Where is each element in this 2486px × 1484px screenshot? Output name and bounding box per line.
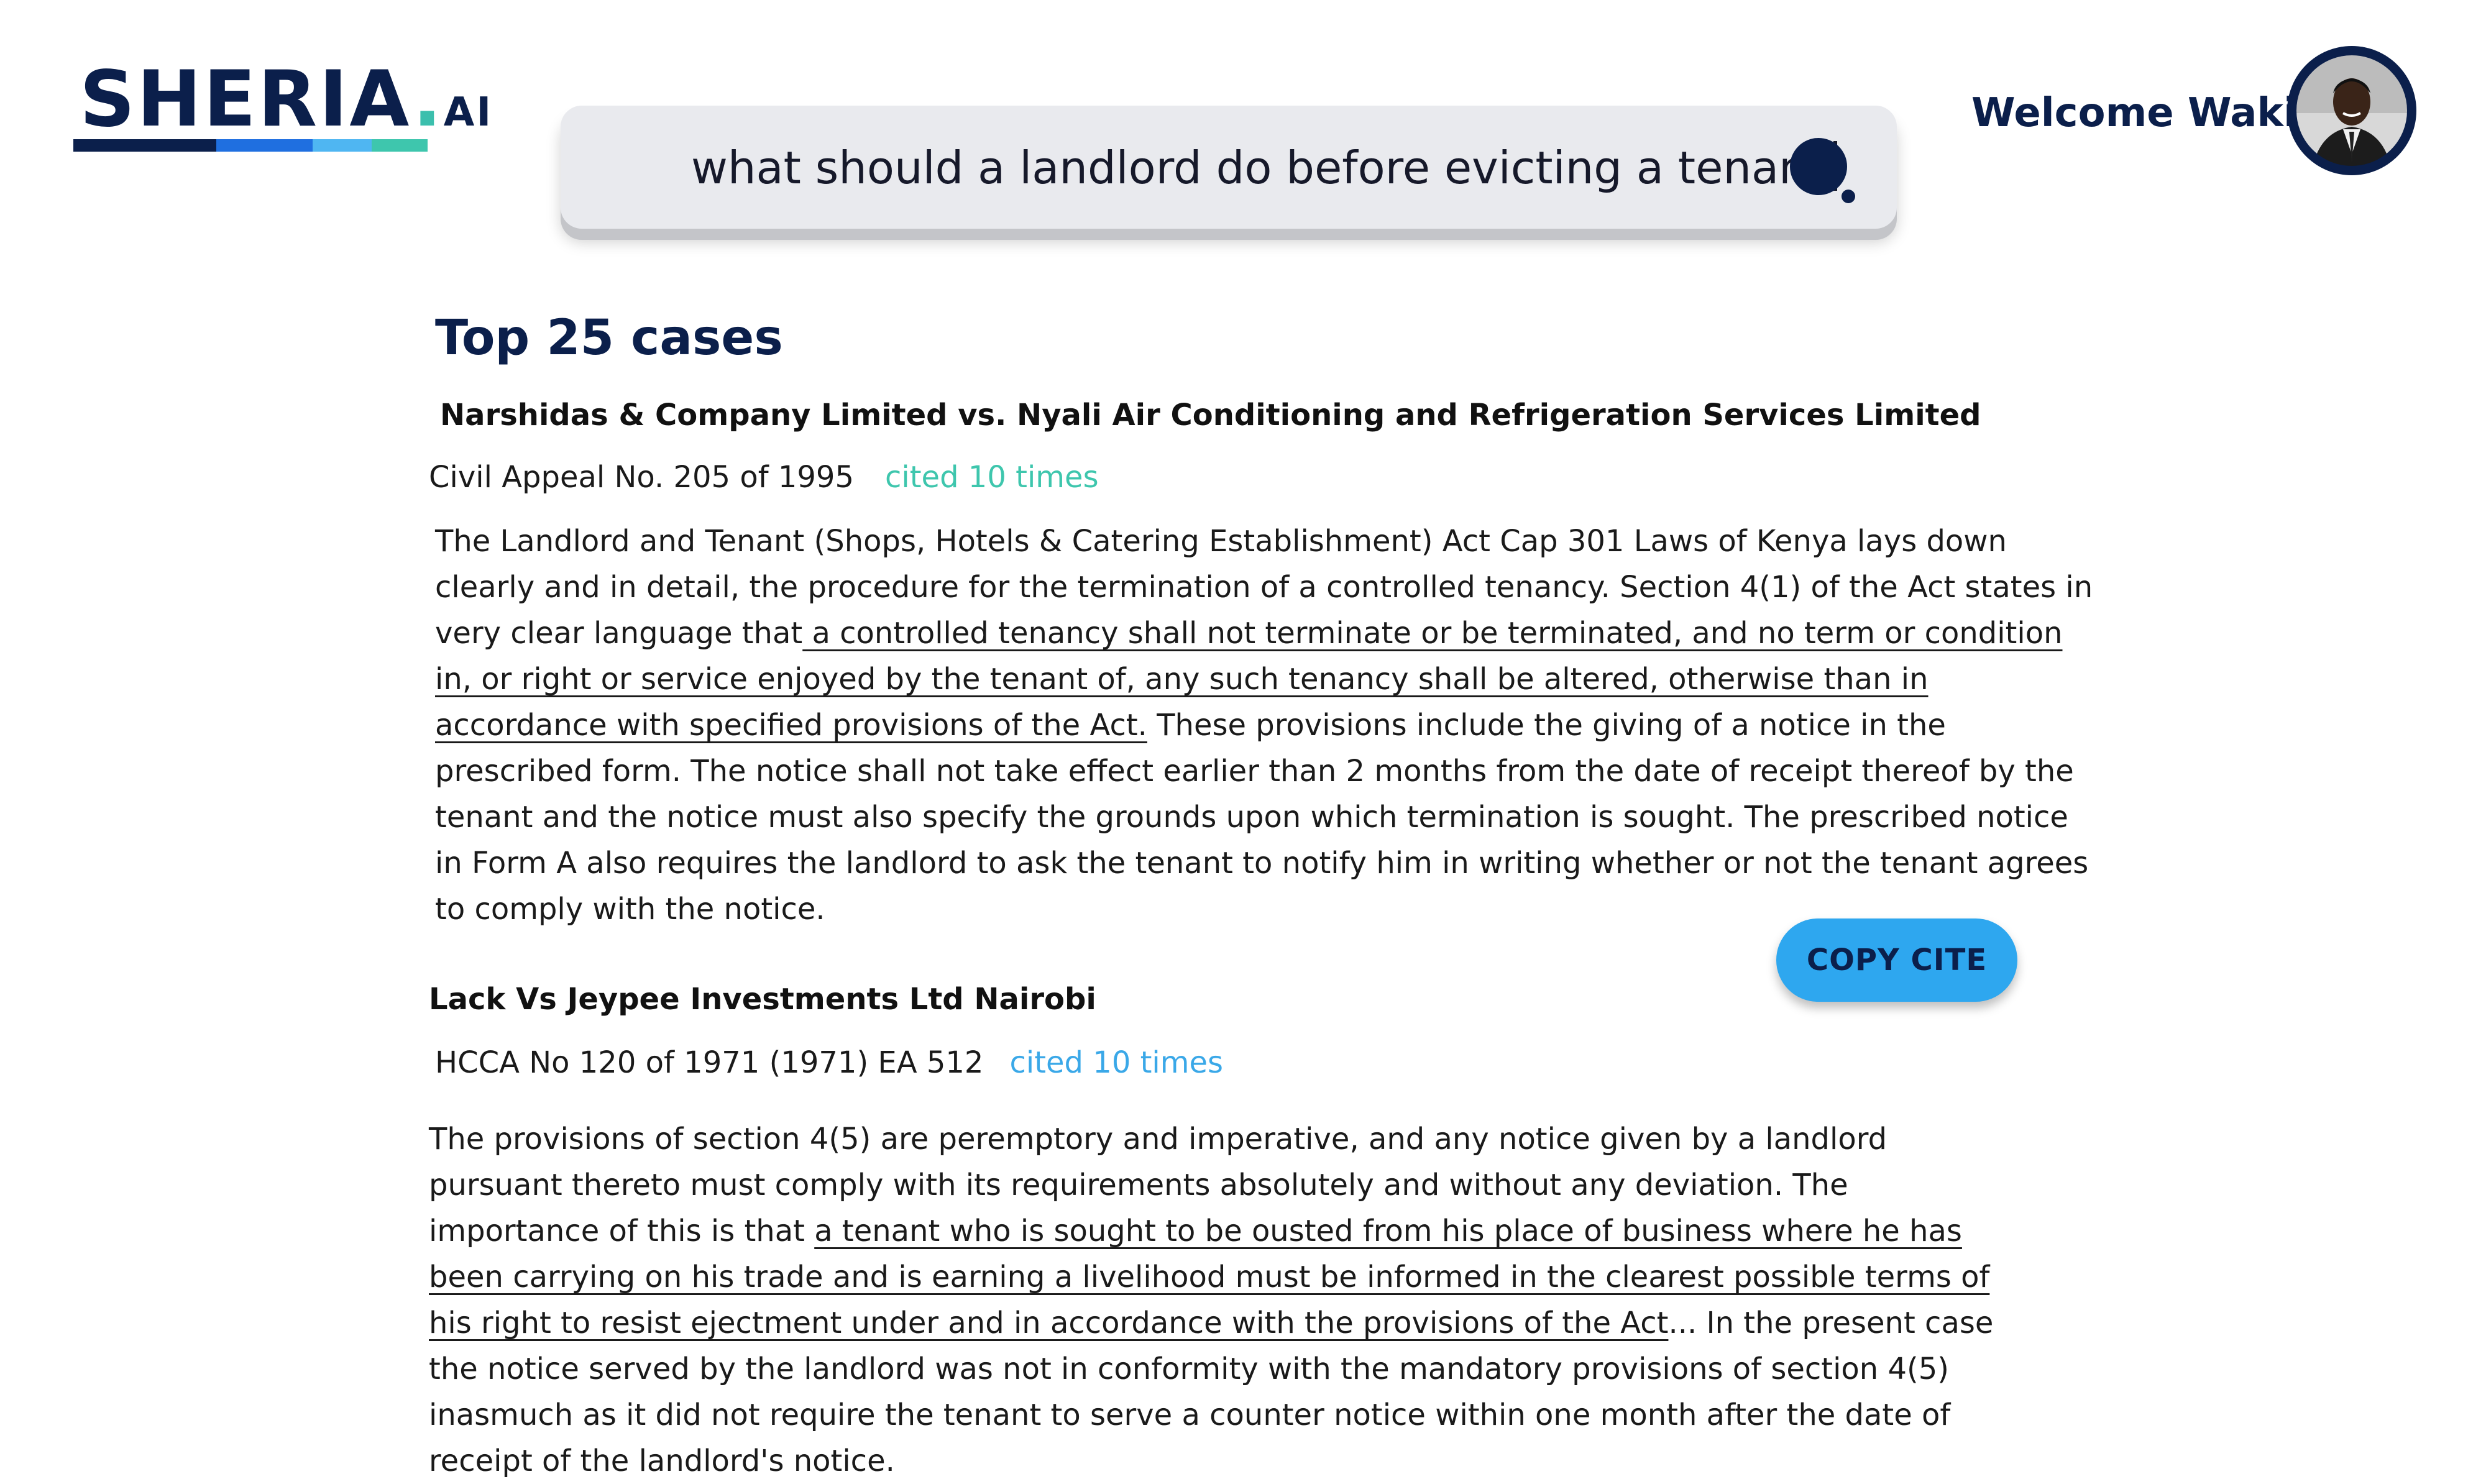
search-query-text: what should a landlord do before evictin… <box>691 142 1825 194</box>
excerpt-paragraph: The Landlord and Tenant (Shops, Hotels &… <box>435 518 2101 932</box>
excerpt-paragraph: The provisions of section 4(5) are perem… <box>429 1116 2020 1484</box>
citation-number: Civil Appeal No. 205 of 1995 <box>429 460 854 495</box>
case-citation: HCCA No 120 of 1971 (1971) EA 512 cited 1… <box>435 1043 1223 1083</box>
search-icon[interactable] <box>1789 137 1857 205</box>
logo-dot: . <box>412 55 444 144</box>
logo-bar-segment <box>313 139 372 152</box>
citation-number: HCCA No 120 of 1971 (1971) EA 512 <box>435 1045 984 1080</box>
search-bar[interactable]: what should a landlord do before evictin… <box>561 106 1897 229</box>
cited-count-link[interactable]: cited 10 times <box>885 460 1099 495</box>
logo-underline-bar <box>73 139 428 152</box>
logo-bar-segment <box>73 139 216 152</box>
case-citation: Civil Appeal No. 205 of 1995 cited 10 tim… <box>429 457 1099 497</box>
cited-count-link[interactable]: cited 10 times <box>1009 1045 1223 1080</box>
copy-cite-button[interactable]: COPY CITE <box>1776 918 2017 1002</box>
case-excerpt: The provisions of section 4(5) are perem… <box>429 1116 2020 1484</box>
results-heading: Top 25 cases <box>435 310 783 366</box>
welcome-message: Welcome Wakili <box>1971 90 2324 136</box>
search-input[interactable]: what should a landlord do before evictin… <box>691 137 1837 199</box>
logo-main-text: SHERIA <box>80 55 413 144</box>
logo-wordmark: SHERIA.AI <box>80 55 493 144</box>
case-title[interactable]: Lack Vs Jeypee Investments Ltd Nairobi <box>429 979 1096 1019</box>
logo-ai-text: AI <box>443 89 493 135</box>
sheria-ai-logo[interactable]: SHERIA.AI <box>73 55 491 154</box>
case-excerpt: The Landlord and Tenant (Shops, Hotels &… <box>435 518 2101 932</box>
case-title[interactable]: Narshidas & Company Limited vs. Nyali Ai… <box>440 395 1981 435</box>
logo-bar-segment <box>372 139 428 152</box>
avatar[interactable] <box>2286 45 2418 176</box>
logo-bar-segment <box>216 139 313 152</box>
